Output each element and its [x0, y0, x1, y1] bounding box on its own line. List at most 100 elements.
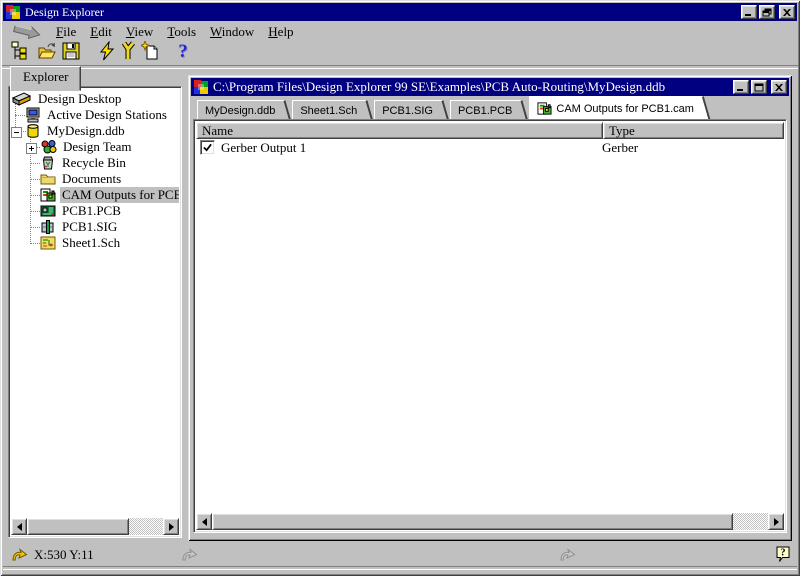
scrollbar-thumb[interactable] — [212, 513, 733, 530]
scroll-left-button[interactable] — [11, 518, 27, 535]
column-header-name[interactable]: Name — [196, 122, 603, 139]
document-window: C:\Program Files\Design Explorer 99 SE\E… — [188, 75, 792, 541]
tab-pcb1-pcb[interactable]: PCB1.PCB — [450, 100, 519, 119]
restore-button[interactable] — [759, 5, 775, 19]
title-bar[interactable]: Design Explorer — [3, 3, 797, 21]
tab-pcb1-sig[interactable]: PCB1.SIG — [374, 100, 440, 119]
design-tree: Design Desktop Active Design Stations My… — [8, 86, 182, 538]
open-document-button[interactable] — [35, 40, 59, 64]
tree-item-label: Documents — [60, 171, 123, 187]
recycle-bin-icon — [40, 155, 56, 171]
tree-item-active-design-stations[interactable]: Active Design Stations — [11, 107, 179, 123]
tree-item-design-desktop[interactable]: Design Desktop — [11, 91, 179, 107]
scroll-left-button[interactable] — [196, 513, 212, 530]
minimize-button[interactable] — [741, 5, 757, 19]
explorer-h-scrollbar[interactable] — [11, 518, 179, 535]
tree-item-recycle-bin[interactable]: Recycle Bin — [11, 155, 179, 171]
pcb-document-icon — [40, 203, 56, 219]
scrollbar-track[interactable] — [129, 518, 163, 535]
menu-pulldown-arrow-icon[interactable] — [13, 25, 43, 39]
document-minimize-button[interactable] — [733, 80, 749, 94]
team-icon — [40, 139, 57, 155]
triangle-right-icon — [169, 523, 174, 531]
row-type: Gerber — [602, 140, 638, 155]
question-mark-icon: ? — [178, 41, 188, 63]
tab-label: PCB1.PCB — [458, 105, 512, 117]
document-title: C:\Program Files\Design Explorer 99 SE\E… — [213, 79, 733, 95]
row-name-cell: Gerber Output 1 — [196, 140, 596, 156]
scroll-right-button[interactable] — [163, 518, 179, 535]
tree-item-pcb1-sig[interactable]: PCB1.SIG — [11, 219, 179, 235]
tree-item-label: MyDesign.ddb — [45, 123, 127, 139]
menu-item-help[interactable]: Help — [261, 23, 300, 41]
help-balloon-icon[interactable]: ? — [775, 546, 791, 567]
triangle-left-icon — [202, 518, 207, 526]
tab-mydesign-ddb[interactable]: MyDesign.ddb — [197, 100, 282, 119]
cam-tab-icon — [537, 101, 552, 116]
tab-explorer[interactable]: Explorer — [10, 66, 81, 91]
document-tab-bar: MyDesign.ddb Sheet1.Sch PCB1.SIG PCB1.PC… — [191, 96, 789, 119]
menu-item-view[interactable]: View — [119, 23, 160, 41]
svg-text:?: ? — [781, 548, 786, 559]
scrollbar-thumb[interactable] — [27, 518, 129, 535]
expand-box-plus[interactable] — [26, 143, 37, 154]
column-header-type[interactable]: Type — [603, 122, 784, 139]
folder-icon — [40, 171, 56, 187]
toggle-explorer-button[interactable] — [7, 40, 31, 64]
save-document-button[interactable] — [59, 40, 83, 64]
menu-item-file[interactable]: File — [49, 23, 83, 41]
scrollbar-track[interactable] — [733, 513, 768, 530]
menu-item-window[interactable]: Window — [203, 23, 261, 41]
tree-item-pcb1-pcb[interactable]: PCB1.PCB — [11, 203, 179, 219]
database-icon — [25, 123, 41, 139]
triangle-right-icon — [774, 518, 779, 526]
help-button[interactable]: ? — [171, 40, 195, 64]
row-type-cell: Gerber — [596, 140, 784, 156]
document-title-bar[interactable]: C:\Program Files\Design Explorer 99 SE\E… — [191, 78, 789, 96]
document-h-scrollbar[interactable] — [196, 513, 784, 530]
tree-item-cam-outputs[interactable]: CAM Outputs for PCB1.cam — [11, 187, 179, 203]
table-row[interactable]: Gerber Output 1 Gerber — [196, 139, 784, 156]
menu-item-tools[interactable]: Tools — [160, 23, 203, 41]
explorer-panel: Explorer Design — [8, 66, 182, 538]
cursor-position: X:530 Y:11 — [34, 547, 94, 563]
collapse-box-minus[interactable] — [11, 127, 22, 138]
save-icon — [61, 41, 81, 64]
scroll-right-button[interactable] — [768, 513, 784, 530]
document-close-button[interactable] — [771, 80, 787, 94]
tree-item-label: Design Team — [61, 139, 134, 155]
column-header-label: Name — [202, 123, 233, 139]
close-button[interactable] — [779, 5, 795, 19]
menu-item-edit[interactable]: Edit — [83, 23, 119, 41]
wrench-icon — [119, 41, 139, 64]
document-maximize-button[interactable] — [751, 80, 767, 94]
menu-bar: File Edit View Tools Window Help — [3, 22, 797, 41]
jump-arrow-disabled-icon — [181, 548, 198, 566]
column-header-label: Type — [609, 123, 635, 139]
document-window-controls — [733, 80, 787, 94]
tree-item-mydesign-ddb[interactable]: MyDesign.ddb — [11, 123, 179, 139]
app-logo-icon[interactable] — [5, 4, 21, 20]
schematic-document-icon — [40, 235, 56, 251]
tree-item-label: Recycle Bin — [60, 155, 128, 171]
new-document-button[interactable] — [139, 40, 163, 64]
document-icon[interactable] — [193, 79, 209, 95]
app-window: Design Explorer File Edit View Tools Win… — [0, 0, 800, 576]
tree-item-documents[interactable]: Documents — [11, 171, 179, 187]
explorer-tab-label: Explorer — [23, 69, 68, 84]
tree-item-label-selected: CAM Outputs for PCB1.cam — [60, 187, 179, 203]
tab-sheet1-sch[interactable]: Sheet1.Sch — [292, 100, 364, 119]
desktop-icon — [11, 91, 32, 107]
tab-cam-outputs[interactable]: CAM Outputs for PCB1.cam — [529, 96, 701, 119]
tree-item-label: PCB1.SIG — [60, 219, 119, 235]
row-checkbox[interactable] — [200, 140, 215, 155]
jump-arrow-disabled-icon — [559, 548, 576, 566]
row-name: Gerber Output 1 — [221, 140, 306, 156]
run-button[interactable] — [95, 40, 119, 64]
open-folder-icon — [37, 41, 57, 64]
jump-arrow-icon[interactable] — [11, 548, 28, 566]
preferences-button[interactable] — [117, 40, 141, 64]
tree-item-label: Active Design Stations — [45, 107, 169, 123]
tree-item-label: Design Desktop — [36, 91, 123, 107]
tree-item-sheet1-sch[interactable]: Sheet1.Sch — [11, 235, 179, 251]
